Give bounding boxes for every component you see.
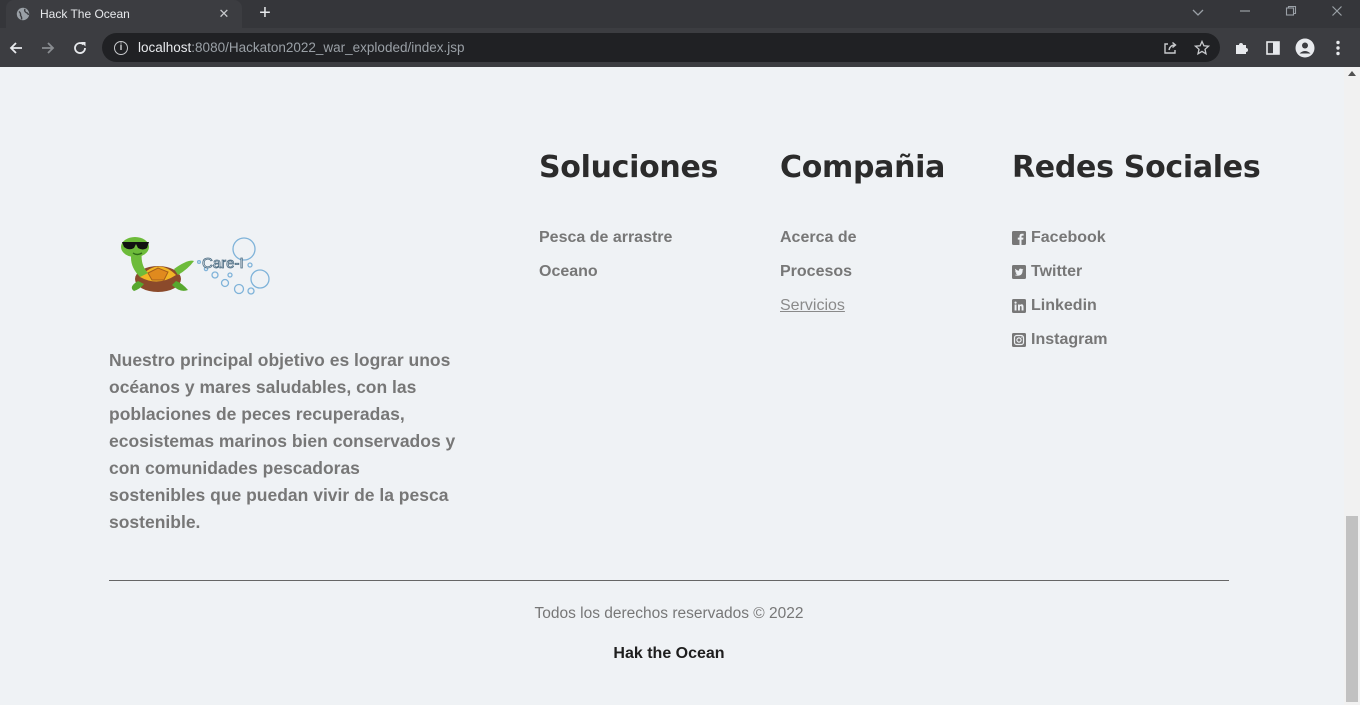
copyright-text: Todos los derechos reservados © 2022 (534, 605, 804, 622)
address-bar[interactable]: i localhost:8080/Hackaton2022_war_explod… (102, 33, 1220, 62)
footer-column-social: Redes Sociales Facebook Twitter Linkedin (1012, 145, 1261, 365)
window-close-icon[interactable] (1327, 3, 1347, 23)
list-item: Twitter (1012, 263, 1260, 297)
logo-text: Care-I (202, 255, 244, 272)
list-item: Oceano (539, 263, 718, 297)
footer-divider (109, 580, 1229, 581)
star-icon[interactable] (1193, 39, 1211, 57)
facebook-icon (1012, 231, 1026, 245)
info-icon[interactable]: i (114, 40, 128, 55)
link-instagram[interactable]: Instagram (1031, 331, 1107, 349)
column-title: Redes Sociales (1012, 150, 1261, 185)
list-item: Pesca de arrastre (539, 229, 718, 263)
link-servicios[interactable]: Servicios (780, 297, 845, 315)
link-acerca-de[interactable]: Acerca de (780, 229, 857, 247)
list-item: Procesos (780, 263, 945, 297)
list-item: Acerca de (780, 229, 945, 263)
menu-icon[interactable] (1328, 38, 1348, 58)
footer-column-solutions: Soluciones Pesca de arrastre Oceano (539, 145, 718, 297)
link-oceano[interactable]: Oceano (539, 263, 598, 281)
browser-tab[interactable]: Hack The Ocean ✕ (6, 0, 242, 28)
profile-icon[interactable] (1295, 38, 1315, 58)
minimize-icon[interactable] (1235, 3, 1255, 23)
extensions-icon[interactable] (1232, 38, 1252, 58)
globe-icon (16, 7, 30, 21)
browser-tab-bar: Hack The Ocean ✕ + (0, 0, 1360, 28)
link-list: Acerca de Procesos Servicios (780, 229, 945, 331)
brand-name: Hak the Ocean (613, 645, 725, 662)
page-viewport: Care-I Nuestro principal objetivo es log… (0, 67, 1344, 705)
forward-icon[interactable] (37, 37, 59, 59)
twitter-icon (1012, 265, 1026, 279)
scroll-up-arrow-icon[interactable] (1348, 71, 1356, 76)
link-list: Facebook Twitter Linkedin Instagram (1012, 229, 1260, 365)
column-title: Compañia (780, 150, 946, 185)
link-pesca-de-arrastre[interactable]: Pesca de arrastre (539, 229, 672, 247)
link-twitter[interactable]: Twitter (1031, 263, 1082, 281)
link-facebook[interactable]: Facebook (1031, 229, 1106, 247)
list-item: Servicios (780, 297, 945, 331)
url-text: localhost:8080/Hackaton2022_war_exploded… (138, 40, 465, 55)
list-item: Facebook (1012, 229, 1260, 263)
back-icon[interactable] (5, 37, 27, 59)
side-panel-icon[interactable] (1263, 38, 1283, 58)
link-procesos[interactable]: Procesos (780, 263, 852, 281)
browser-toolbar: i localhost:8080/Hackaton2022_war_explod… (0, 28, 1360, 67)
scroll-thumb[interactable] (1346, 516, 1358, 702)
linkedin-icon (1012, 299, 1026, 313)
care-i-logo: Care-I (118, 235, 274, 297)
chevron-down-icon[interactable] (1188, 3, 1208, 23)
column-title: Soluciones (539, 150, 719, 185)
link-list: Pesca de arrastre Oceano (539, 229, 718, 297)
vertical-scrollbar[interactable] (1344, 67, 1360, 705)
share-icon[interactable] (1161, 39, 1179, 57)
list-item: Linkedin (1012, 297, 1260, 331)
about-description: Nuestro principal objetivo es lograr uno… (109, 350, 456, 532)
restore-icon[interactable] (1281, 3, 1301, 23)
link-linkedin[interactable]: Linkedin (1031, 297, 1097, 315)
tab-title: Hack The Ocean (40, 7, 130, 21)
reload-icon[interactable] (69, 37, 91, 59)
new-tab-button[interactable]: + (254, 3, 276, 25)
list-item: Instagram (1012, 331, 1260, 365)
close-icon[interactable]: ✕ (216, 7, 232, 22)
instagram-icon (1012, 333, 1026, 347)
footer-column-company: Compañia Acerca de Procesos Servicios (780, 145, 945, 331)
